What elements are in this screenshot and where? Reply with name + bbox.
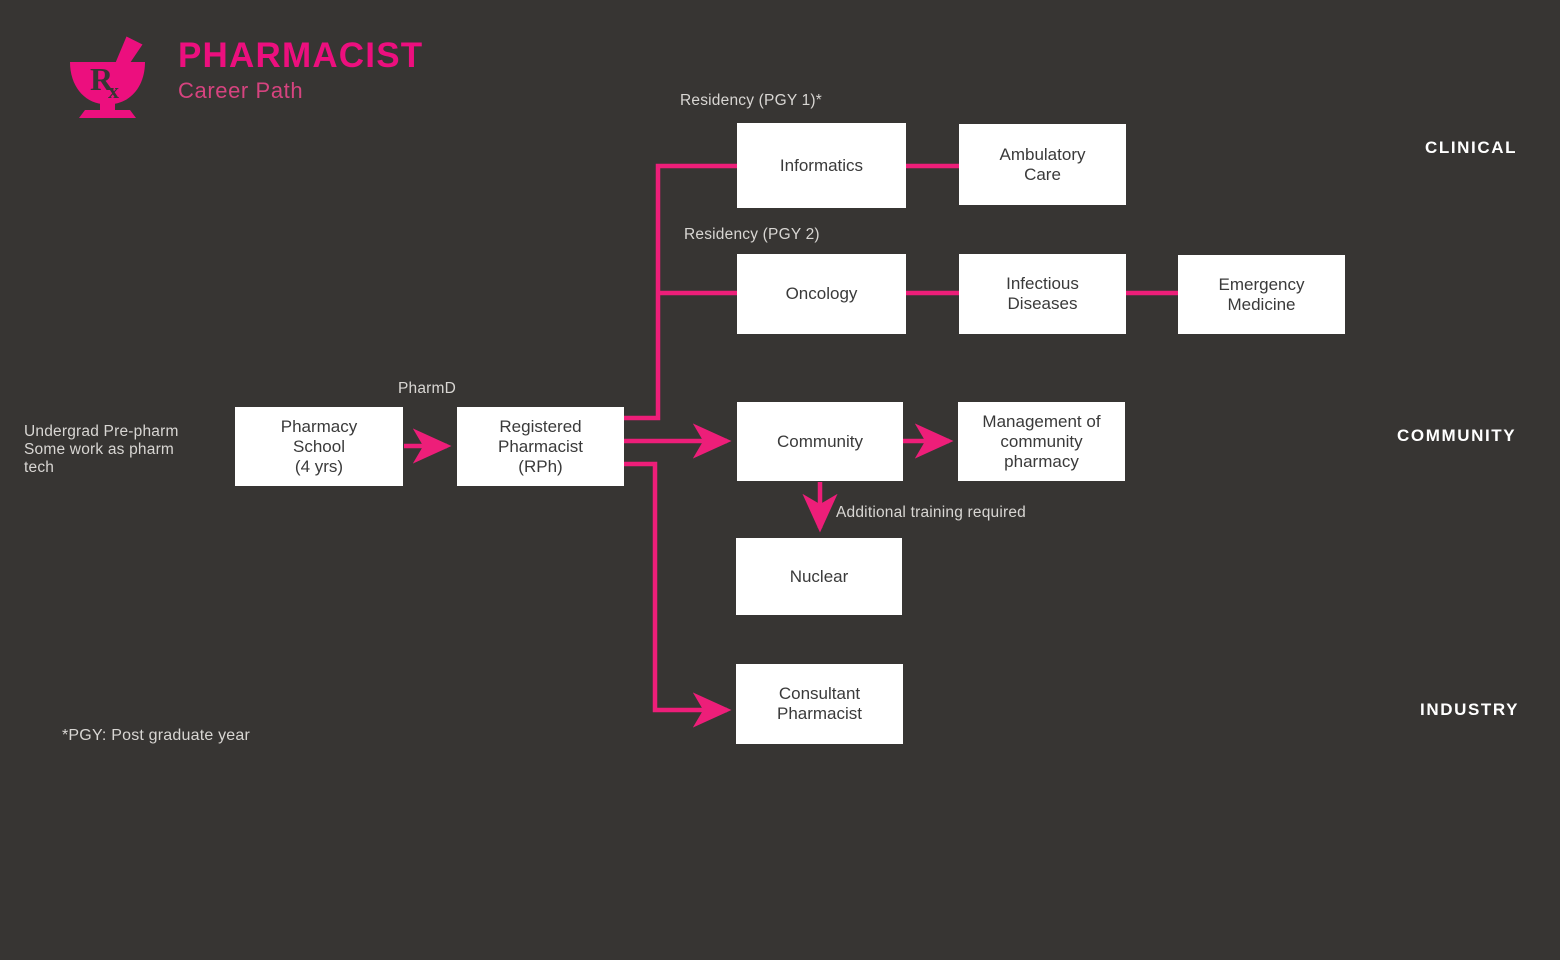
node-registered-pharmacist[interactable]: Registered Pharmacist (RPh) (457, 407, 624, 486)
edge-registered-pharmacist-to-consultant-pharmacist (624, 461, 732, 728)
node-oncology-label: Oncology (785, 284, 858, 303)
logo-subtitle: Career Path (178, 78, 304, 103)
lane-label-clinical: CLINICAL (1425, 138, 1518, 157)
label-pharmd: PharmD (398, 380, 457, 397)
label-entry-note: Undergrad Pre-pharm Some work as pharm t… (24, 423, 179, 476)
footnote-pgy: *PGY: Post graduate year (62, 727, 251, 744)
node-community[interactable]: Community (737, 402, 903, 481)
node-nuclear[interactable]: Nuclear (736, 538, 902, 615)
label-residency-pgy2: Residency (PGY 2) (684, 226, 820, 243)
node-consultant-pharmacist-label: Consultant Pharmacist (776, 684, 863, 723)
node-infectious-diseases-label: Infectious Diseases (1006, 274, 1079, 313)
node-community-label: Community (777, 431, 863, 451)
node-pharmacy-school-label: Pharmacy School (4 yrs) (280, 416, 358, 476)
node-oncology[interactable]: Oncology (737, 254, 906, 334)
node-emergency-medicine-label: Emergency Medicine (1218, 274, 1305, 314)
label-residency-pgy1: Residency (PGY 1)* (680, 92, 823, 109)
node-management-community-pharmacy-label: Management of community pharmacy (982, 411, 1101, 471)
node-management-community-pharmacy[interactable]: Management of community pharmacy (958, 402, 1125, 481)
node-infectious-diseases[interactable]: Infectious Diseases (959, 254, 1126, 334)
logo-title: PHARMACIST (178, 36, 424, 75)
node-nuclear-label: Nuclear (789, 566, 849, 586)
node-pharmacy-school[interactable]: Pharmacy School (4 yrs) (235, 407, 403, 486)
node-informatics-label: Informatics (779, 155, 864, 175)
lane-label-community: COMMUNITY (1397, 426, 1517, 445)
node-ambulatory-care-label: Ambulatory Care (999, 144, 1086, 184)
node-registered-pharmacist-label: Registered Pharmacist (RPh) (497, 416, 584, 476)
node-ambulatory-care[interactable]: Ambulatory Care (959, 124, 1126, 205)
node-consultant-pharmacist[interactable]: Consultant Pharmacist (736, 664, 903, 744)
lane-label-industry: INDUSTRY (1420, 700, 1520, 719)
rx-subscript-glyph: x (108, 78, 119, 103)
logo: R x PHARMACIST Career Path (66, 30, 446, 120)
node-informatics[interactable]: Informatics (737, 123, 906, 208)
mortar-and-pestle-rx-icon: R x (70, 36, 145, 118)
node-emergency-medicine[interactable]: Emergency Medicine (1178, 255, 1345, 334)
label-additional-training: Additional training required (836, 504, 1026, 521)
